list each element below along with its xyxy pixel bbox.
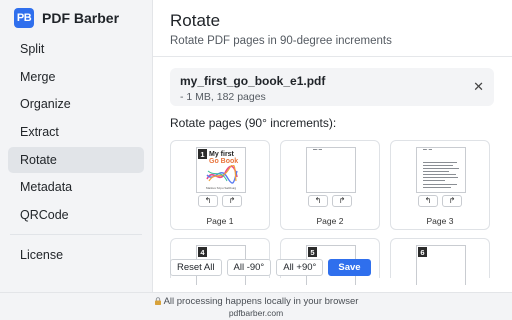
app-window: PB PDF Barber Split Merge Organize Extra… (0, 0, 512, 292)
page-thumbnail: 2 ↰ ↱ Page 2 (280, 140, 380, 230)
page-thumbnail: 3 ↰ ↱ Page 3 (390, 140, 490, 230)
page-preview: 1 My first Go Book Markus Szpu Salzburg (196, 147, 246, 193)
text-line (423, 171, 449, 172)
page-thumbnail: 1 My first Go Book Markus Szpu Salzburg … (170, 140, 270, 230)
sidebar-item-label: QRCode (20, 208, 69, 223)
text-line (423, 165, 453, 166)
page-subtitle: Rotate PDF pages in 90-degree increments (170, 35, 392, 47)
rotate-right-button[interactable]: ↱ (222, 195, 242, 207)
footer: All processing happens locally in your b… (0, 292, 512, 320)
text-line (423, 180, 445, 181)
save-button[interactable]: Save (328, 259, 371, 276)
file-card: my_first_go_book_e1.pdf - 1 MB, 182 page… (170, 68, 494, 106)
page-label: Page 3 (426, 216, 454, 226)
sidebar-item-organize[interactable]: Organize (8, 91, 144, 117)
rotate-all-left-button[interactable]: All -90° (226, 259, 272, 276)
rotate-all-right-button[interactable]: All +90° (276, 259, 324, 276)
page-number-badge: 5 (308, 247, 317, 257)
section-title: Rotate pages (90° increments): (170, 116, 337, 130)
rotate-controls: ↰ ↱ (308, 195, 352, 207)
brand[interactable]: PB PDF Barber (0, 0, 152, 36)
sidebar-item-label: Organize (20, 97, 71, 112)
text-line (423, 177, 458, 178)
page-number-badge: 6 (418, 247, 427, 257)
page-title: Rotate (170, 11, 221, 30)
rotate-left-button[interactable]: ↰ (198, 195, 218, 207)
rotate-right-button[interactable]: ↱ (442, 195, 462, 207)
page-preview: 2 (306, 147, 356, 193)
page-label: Page 1 (206, 216, 234, 226)
page-preview: 6 (416, 245, 466, 285)
cover-art-icon (206, 165, 238, 184)
page-thumbnail: 6 (390, 238, 490, 285)
cover-title: My first Go Book (209, 151, 238, 165)
privacy-text: All processing happens locally in your b… (163, 296, 359, 307)
cover-title-line1: My first (209, 151, 234, 158)
rotate-controls: ↰ ↱ (198, 195, 242, 207)
divider (153, 56, 512, 57)
text-line (423, 168, 459, 169)
page-number-badge: 2 (313, 148, 322, 154)
action-bar: Reset All All -90° All +90° Save (170, 259, 371, 276)
sidebar-item-metadata[interactable]: Metadata (8, 174, 144, 200)
sidebar-item-label: Split (20, 42, 45, 56)
file-name: my_first_go_book_e1.pdf (180, 74, 326, 88)
page-number-badge: 4 (198, 247, 207, 257)
sidebar-item-label: Rotate (20, 152, 57, 167)
brand-logo: PB (14, 8, 34, 28)
privacy-notice: All processing happens locally in your b… (0, 296, 512, 307)
lock-icon (154, 297, 161, 305)
rotate-left-button[interactable]: ↰ (308, 195, 328, 207)
sidebar-item-extract[interactable]: Extract (8, 119, 144, 145)
main-panel: Rotate Rotate PDF pages in 90-degree inc… (153, 0, 512, 292)
page-number-badge: 3 (423, 148, 432, 154)
sidebar-item-license[interactable]: License (8, 242, 144, 268)
close-icon[interactable]: ✕ (473, 79, 484, 95)
text-line (423, 184, 457, 185)
rotate-left-button[interactable]: ↰ (418, 195, 438, 207)
sidebar-nav: Split Merge Organize Extract Rotate Meta… (0, 36, 152, 268)
sidebar-item-label: Metadata (20, 180, 73, 195)
reset-all-button[interactable]: Reset All (170, 259, 222, 276)
cover-title-line2: Go Book (209, 158, 239, 165)
file-meta: - 1 MB, 182 pages (180, 91, 266, 103)
sidebar-item-merge[interactable]: Merge (8, 64, 144, 90)
page-number-badge: 1 (198, 149, 207, 159)
page-label: Page 2 (316, 216, 344, 226)
sidebar-item-label: Extract (20, 125, 59, 140)
brand-name: PDF Barber (42, 10, 120, 26)
sidebar-item-qrcode[interactable]: QRCode (8, 202, 144, 228)
sidebar-item-label: Merge (20, 69, 56, 84)
cover-subtitle: Markus Szpu Salzburg (206, 186, 237, 190)
sidebar-divider (10, 234, 142, 236)
sidebar-item-label: License (20, 248, 64, 263)
text-line (423, 174, 456, 175)
rotate-controls: ↰ ↱ (418, 195, 462, 207)
footer-site-link[interactable]: pdfbarber.com (0, 308, 512, 318)
sidebar-item-split[interactable]: Split (8, 36, 144, 62)
text-line (423, 187, 451, 188)
page-preview: 3 (416, 147, 466, 193)
rotate-right-button[interactable]: ↱ (332, 195, 352, 207)
text-line (423, 162, 457, 163)
sidebar: PB PDF Barber Split Merge Organize Extra… (0, 0, 153, 292)
sidebar-item-rotate[interactable]: Rotate (8, 146, 144, 173)
